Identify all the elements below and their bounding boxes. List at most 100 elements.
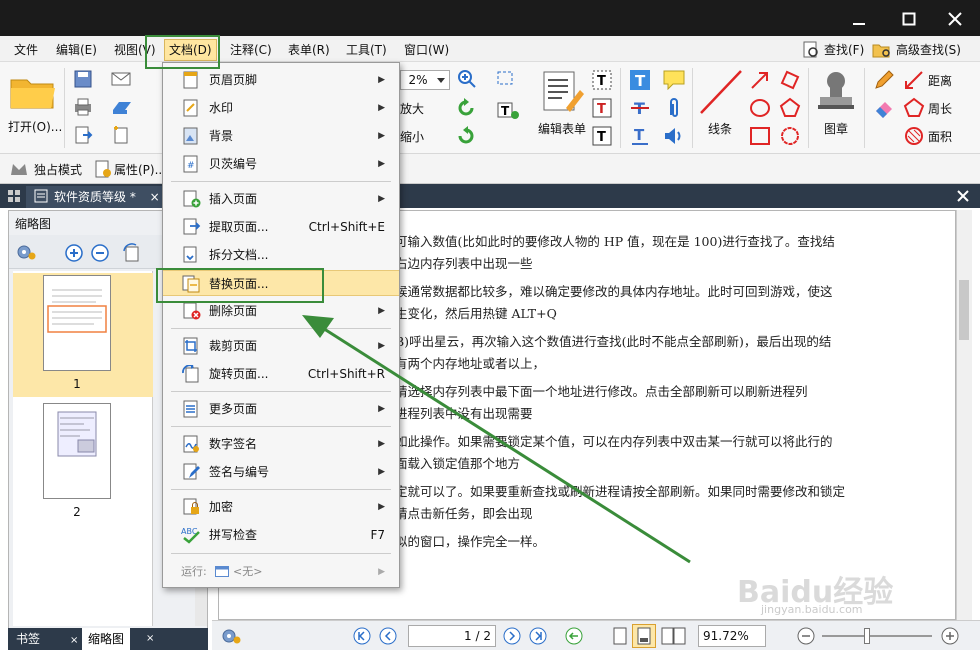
area-tool[interactable] — [902, 124, 926, 148]
tab-document[interactable]: 软件资质等级 * × — [26, 186, 168, 208]
enlarge-label[interactable]: 放大 — [400, 100, 424, 117]
zoom-out-button[interactable] — [796, 626, 816, 646]
highlight-text-button[interactable]: T — [628, 68, 652, 92]
arrow-icon — [751, 72, 768, 89]
sound-button[interactable] — [662, 124, 686, 148]
menu-item-background[interactable]: 背景 ▶ — [163, 123, 399, 149]
shrink-label[interactable]: 缩小 — [400, 128, 424, 145]
menu-item-header-footer[interactable]: 页眉页脚 ▶ — [163, 67, 399, 93]
select-area-button[interactable] — [494, 68, 518, 90]
menu-tools[interactable]: 工具(T) — [342, 40, 391, 60]
underline-button[interactable]: T — [628, 124, 652, 148]
panel-toggle-button[interactable] — [6, 188, 22, 204]
thumbnail-options-button[interactable] — [13, 242, 39, 262]
menu-form[interactable]: 表单(R) — [284, 40, 334, 60]
back-button[interactable] — [564, 626, 584, 646]
rotate-right-button[interactable] — [454, 124, 478, 148]
save-button[interactable] — [72, 68, 94, 90]
note-button[interactable] — [662, 68, 686, 92]
single-page-view-button[interactable] — [610, 625, 630, 647]
thumbnail-page-2[interactable] — [43, 403, 111, 499]
menu-item-encrypt[interactable]: 加密 ▶ — [163, 494, 399, 520]
print-button[interactable] — [72, 96, 94, 118]
shrink-thumbnail-button[interactable] — [89, 242, 111, 264]
text-field-icon: T — [497, 102, 519, 119]
menu-item-rotate-pages[interactable]: 旋转页面... Ctrl+Shift+R — [163, 361, 399, 387]
previous-page-button[interactable] — [378, 626, 398, 646]
zoom-slider[interactable] — [822, 635, 932, 637]
menu-item-digital-signature[interactable]: 数字签名 ▶ — [163, 431, 399, 457]
menu-item-spell-check[interactable]: ABC 拼写检查 F7 — [163, 522, 399, 548]
close-window-button[interactable] — [938, 6, 972, 32]
export-button[interactable] — [72, 124, 94, 146]
zoom-level-input[interactable]: 91.72% — [698, 625, 766, 647]
first-page-button[interactable] — [352, 626, 372, 646]
exclusive-mode-label[interactable]: 独占模式 — [34, 161, 82, 178]
last-page-button[interactable] — [528, 626, 548, 646]
ellipse-tool[interactable] — [748, 96, 772, 120]
maximize-button[interactable] — [892, 6, 926, 32]
scroll-thumb[interactable] — [959, 280, 969, 340]
menu-item-extract-pages[interactable]: 提取页面... Ctrl+Shift+E — [163, 214, 399, 240]
text-tool-2[interactable]: T — [590, 96, 614, 120]
tab-bookmarks[interactable]: 书签 — [10, 628, 46, 650]
scan-button[interactable] — [110, 96, 134, 118]
menu-item-watermark[interactable]: 水印 ▶ — [163, 95, 399, 121]
zoom-in-button[interactable] — [456, 68, 478, 90]
text-field-button[interactable]: T — [494, 96, 522, 122]
distance-tool[interactable] — [902, 68, 926, 92]
menu-window[interactable]: 窗口(W) — [400, 40, 453, 60]
menu-edit[interactable]: 编辑(E) — [52, 40, 101, 60]
menu-item-more-pages[interactable]: 更多页面 ▶ — [163, 396, 399, 422]
stamp-button[interactable] — [814, 68, 858, 114]
continuous-view-button[interactable] — [632, 624, 656, 648]
polygon-tool[interactable] — [778, 96, 802, 120]
eraser-tool[interactable] — [872, 96, 896, 120]
menu-file[interactable]: 文件 — [10, 40, 42, 60]
text-tool-1[interactable]: T — [590, 68, 614, 92]
rotate-page-button[interactable] — [121, 242, 143, 264]
open-button[interactable] — [8, 70, 58, 114]
advanced-find-button[interactable]: 高级查找(S) — [872, 40, 961, 60]
zoom-slider-handle[interactable] — [864, 628, 870, 644]
enlarge-thumbnail-button[interactable] — [63, 242, 85, 264]
menu-item-insert-page[interactable]: 插入页面 ▶ — [163, 186, 399, 212]
zoom-in-status-button[interactable] — [940, 626, 960, 646]
pencil-tool[interactable] — [872, 68, 896, 92]
strikeout-button[interactable]: T — [628, 96, 652, 120]
status-options-button[interactable] — [218, 625, 244, 647]
properties-button[interactable] — [92, 159, 114, 179]
arrow-tool[interactable] — [748, 68, 772, 92]
line-tool-button[interactable] — [698, 68, 744, 116]
close-document-button[interactable] — [954, 187, 972, 205]
maximize-icon — [902, 12, 916, 26]
menu-item-bates-numbering[interactable]: # 贝茨编号 ▶ — [163, 151, 399, 177]
menu-item-sign-and-number[interactable]: 签名与编号 ▶ — [163, 459, 399, 485]
menu-comment[interactable]: 注释(C) — [226, 40, 276, 60]
properties-label[interactable]: 属性(P)... — [114, 161, 166, 178]
rotate-left-button[interactable] — [454, 96, 478, 120]
zoom-select[interactable]: 2% — [400, 70, 450, 90]
tab-thumbnails[interactable]: 缩略图 — [82, 628, 131, 650]
polyline-tool[interactable] — [778, 68, 802, 92]
thumbnail-page-1[interactable] — [43, 275, 111, 371]
exclusive-mode-button[interactable] — [8, 159, 30, 179]
facing-view-button[interactable] — [660, 625, 688, 647]
menu-item-split-document[interactable]: 拆分文档... — [163, 242, 399, 268]
tab-close-button[interactable]: × — [150, 190, 160, 204]
find-button[interactable]: 查找(F) — [802, 40, 864, 60]
menu-item-crop-pages[interactable]: 裁剪页面 ▶ — [163, 333, 399, 359]
document-scrollbar[interactable] — [956, 210, 972, 620]
text-tool-3[interactable]: T — [590, 124, 614, 148]
tab-thumbnails-close[interactable]: × — [140, 628, 160, 650]
cloud-tool[interactable] — [778, 124, 802, 148]
edit-form-button[interactable] — [538, 68, 586, 116]
attachment-button[interactable] — [662, 96, 686, 120]
minimize-button[interactable] — [842, 6, 876, 32]
email-button[interactable] — [110, 68, 134, 90]
new-document-button[interactable] — [110, 124, 134, 146]
page-number-input[interactable]: 1 / 2 — [408, 625, 496, 647]
perimeter-tool[interactable] — [902, 96, 926, 120]
next-page-button[interactable] — [502, 626, 522, 646]
rectangle-tool[interactable] — [748, 124, 772, 148]
